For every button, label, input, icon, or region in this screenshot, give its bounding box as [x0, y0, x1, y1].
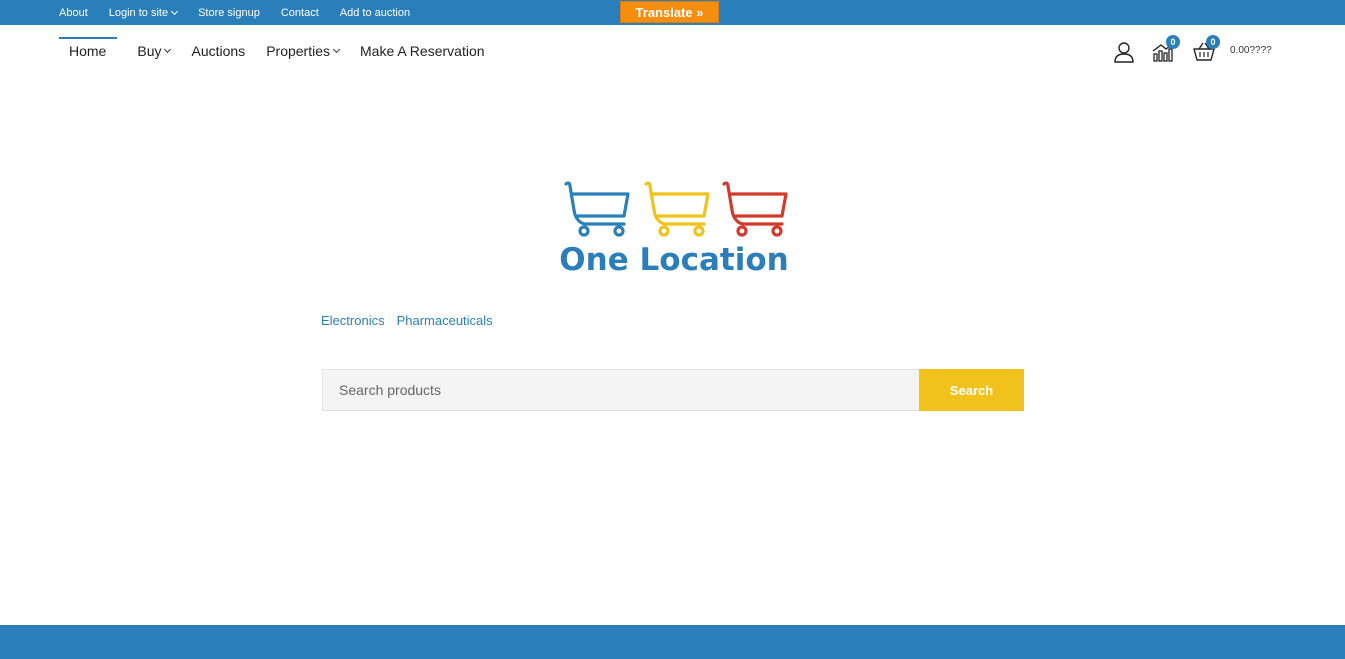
- search-button[interactable]: Search: [919, 369, 1024, 411]
- top-link-login[interactable]: Login to site: [108, 6, 179, 19]
- top-link-contact[interactable]: Contact: [281, 7, 319, 19]
- nav-item-make-a-reservation[interactable]: Make A Reservation: [360, 37, 485, 65]
- search-input[interactable]: [322, 369, 919, 411]
- chevron-down-icon: [332, 45, 341, 53]
- cart-total: 0.00????: [1230, 45, 1272, 56]
- category-link-pharmaceuticals[interactable]: Pharmaceuticals: [397, 313, 493, 328]
- top-link-add-to-auction-label: Add to auction: [339, 6, 411, 19]
- top-bar: About Login to site Store signup Contact…: [0, 0, 1345, 25]
- main-nav: Home Buy Auctions Properties Make A Rese…: [59, 37, 506, 65]
- category-link-electronics[interactable]: Electronics: [321, 313, 385, 328]
- top-link-about-label: About: [59, 6, 88, 19]
- nav-item-auctions[interactable]: Auctions: [191, 37, 245, 65]
- nav-item-buy-label: Buy: [137, 43, 162, 59]
- top-link-store-signup-label: Store signup: [198, 6, 260, 19]
- nav-item-home[interactable]: Home: [59, 37, 118, 65]
- top-link-store-signup[interactable]: Store signup: [198, 7, 260, 19]
- shopping-carts-logo-icon: [564, 181, 788, 237]
- compare-count-badge: 0: [1166, 35, 1180, 49]
- nav-item-properties-label: Properties: [266, 43, 330, 59]
- chevron-down-icon: [164, 45, 172, 53]
- top-link-about[interactable]: About: [59, 7, 88, 19]
- translate-button[interactable]: Translate »: [620, 1, 719, 23]
- nav-item-home-label: Home: [69, 43, 107, 59]
- nav-item-make-a-reservation-label: Make A Reservation: [360, 43, 485, 59]
- top-link-login-label: Login to site: [108, 6, 169, 19]
- chevron-down-icon: [171, 7, 179, 15]
- footer-bar: [0, 625, 1345, 659]
- top-links: About Login to site Store signup Contact…: [59, 0, 431, 25]
- logo-text: One Location: [559, 242, 789, 278]
- account-icon[interactable]: [1113, 41, 1135, 63]
- category-links: Electronics Pharmaceuticals: [321, 313, 505, 328]
- nav-item-auctions-label: Auctions: [191, 43, 246, 59]
- cart-count-badge: 0: [1206, 35, 1220, 49]
- site-logo[interactable]: One Location: [558, 180, 790, 280]
- top-link-add-to-auction[interactable]: Add to auction: [340, 7, 410, 19]
- top-link-contact-label: Contact: [280, 6, 319, 19]
- nav-item-buy[interactable]: Buy: [137, 37, 172, 65]
- nav-item-properties[interactable]: Properties: [266, 37, 341, 65]
